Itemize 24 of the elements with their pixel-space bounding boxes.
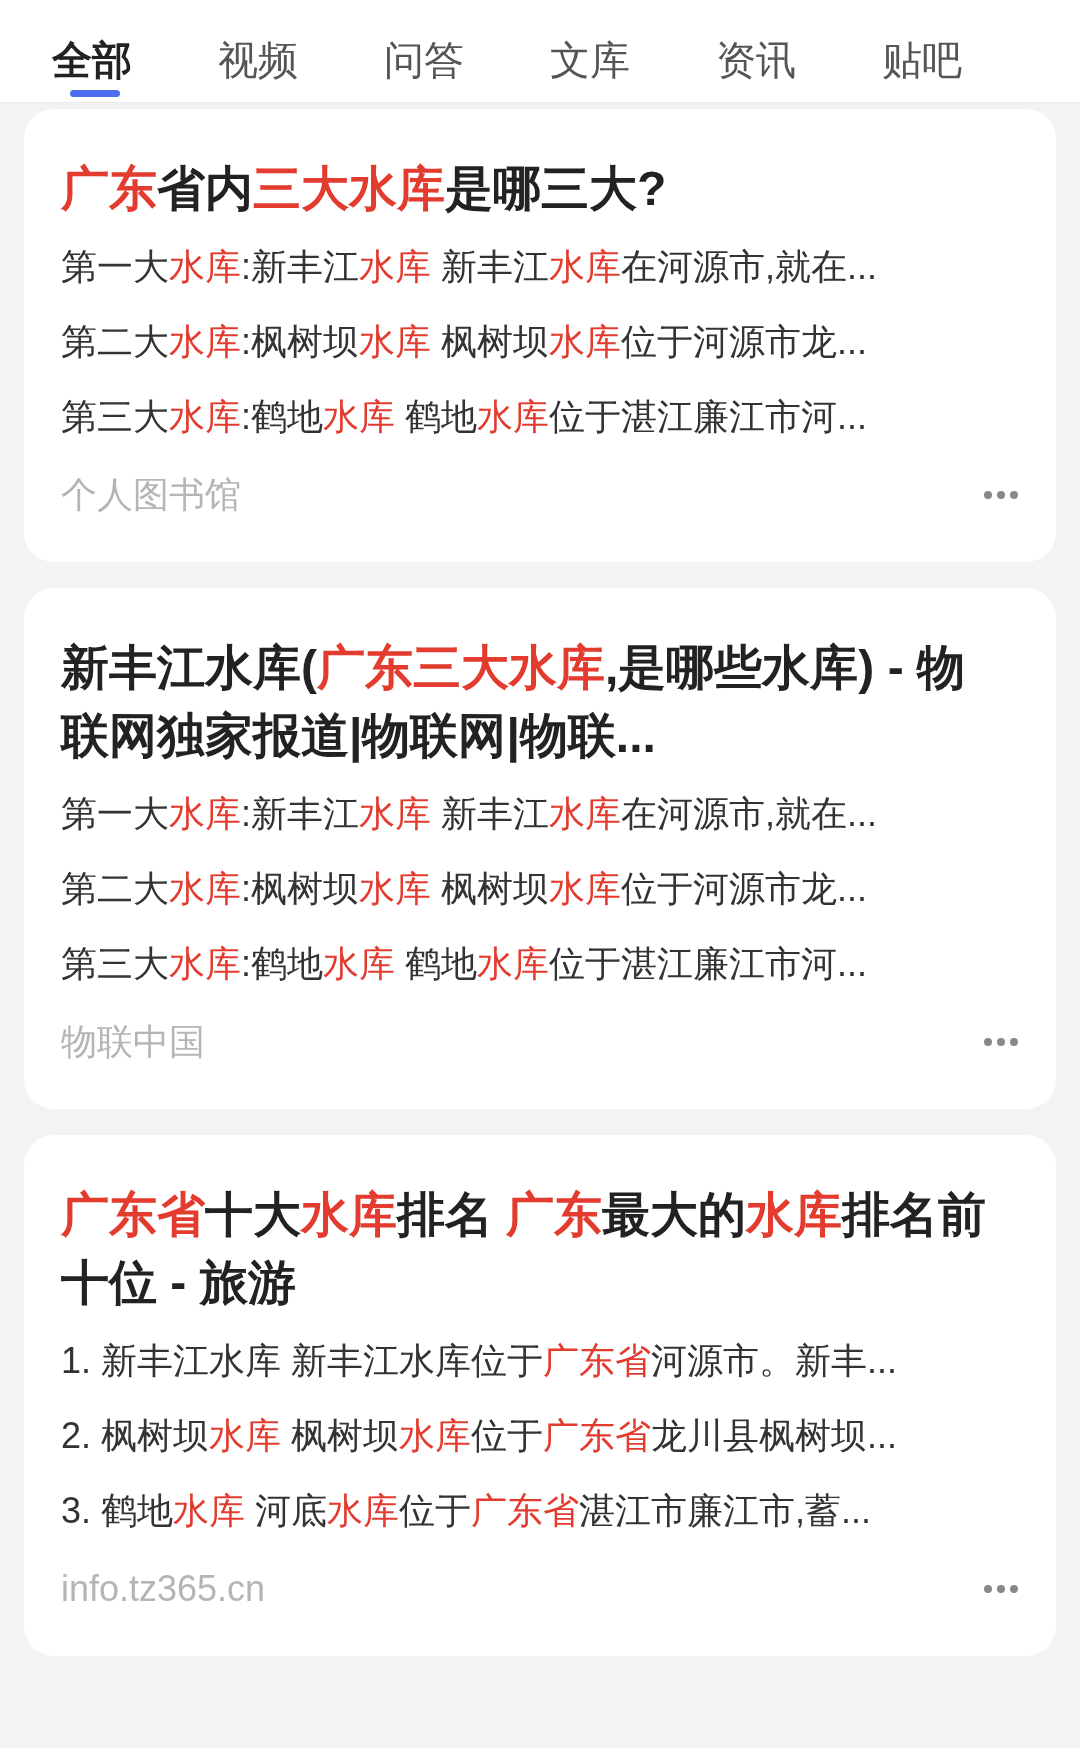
snippet-text: 第三大水库:鹤地水库 鹤地水库位于湛江廉江市河... — [61, 395, 868, 439]
tab[interactable]: 文库 — [550, 0, 630, 102]
tab[interactable]: 全部 — [52, 0, 132, 102]
snippet-text: 第一大水库:新丰江水库 新丰江水库在河源市,就在... — [61, 245, 878, 289]
result-title[interactable]: 广东省十大水库排名 广东最大的水库排名前十位 - 旅游 — [61, 1181, 1001, 1317]
snippet-text: 第三大水库:鹤地水库 鹤地水库位于湛江廉江市河... — [61, 942, 868, 986]
snippet-text: 3. 鹤地水库 河底水库位于广东省湛江市廉江市,蓄... — [61, 1489, 872, 1533]
snippet-text: 2. 枫树坝水库 枫树坝水库位于广东省龙川县枫树坝... — [61, 1414, 898, 1458]
snippet-text: 第二大水库:枫树坝水库 枫树坝水库位于河源市龙... — [61, 320, 868, 364]
tab[interactable]: 贴吧 — [882, 0, 962, 102]
snippet-text: 1. 新丰江水库 新丰江水库位于广东省河源市。新丰... — [61, 1339, 898, 1383]
snippet-text: 第一大水库:新丰江水库 新丰江水库在河源市,就在... — [61, 792, 878, 836]
source-label: 物联中国 — [61, 1020, 205, 1064]
tab[interactable]: 问答 — [384, 0, 464, 102]
result-title[interactable]: 广东省内三大水库是哪三大? — [61, 155, 1001, 223]
tab[interactable]: 资讯 — [716, 0, 796, 102]
source-label: info.tz365.cn — [61, 1567, 266, 1611]
source-label: 个人图书馆 — [61, 473, 241, 517]
snippet-text: 第二大水库:枫树坝水库 枫树坝水库位于河源市龙... — [61, 867, 868, 911]
more-icon[interactable] — [983, 490, 1019, 500]
tab[interactable]: 视频 — [218, 0, 298, 102]
result-title[interactable]: 新丰江水库(广东三大水库,是哪些水库) - 物联网独家报道|物联网|物联... — [61, 634, 1001, 770]
more-icon[interactable] — [983, 1584, 1019, 1594]
more-icon[interactable] — [983, 1037, 1019, 1047]
